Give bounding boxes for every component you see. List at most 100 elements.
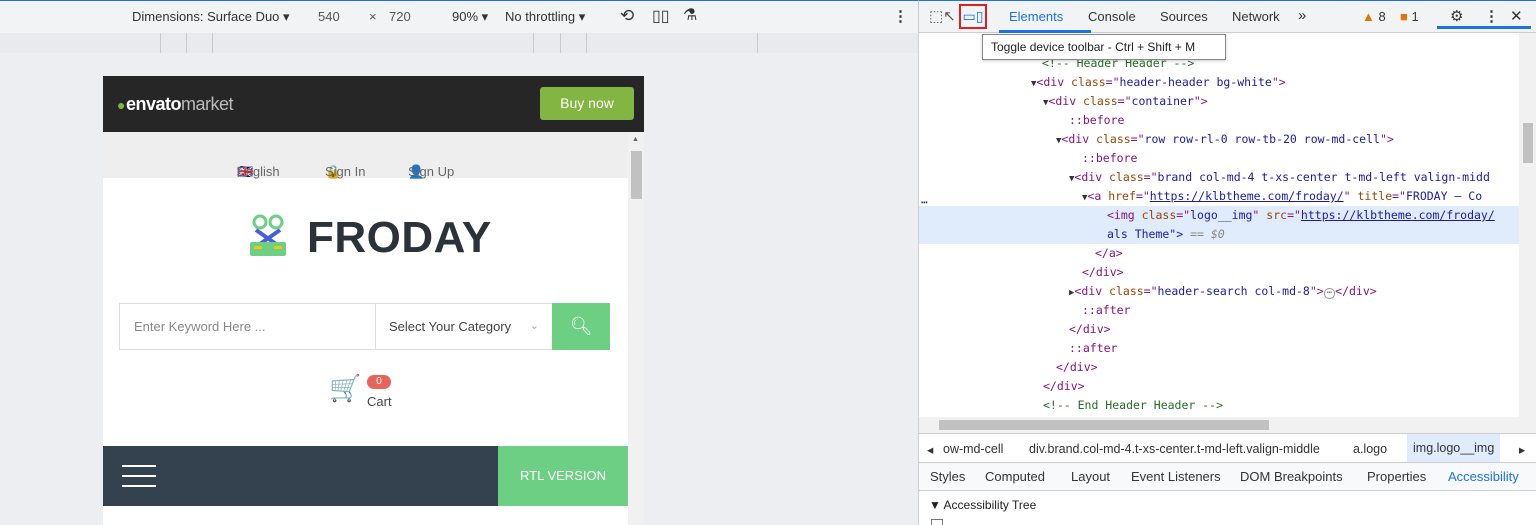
more-tabs-icon[interactable]: » bbox=[1298, 7, 1306, 24]
scrollbar-thumb[interactable] bbox=[631, 151, 642, 199]
dom-comment-line[interactable]: <!-- End Header Header --> bbox=[919, 396, 1519, 415]
tab-sources[interactable]: Sources bbox=[1160, 9, 1208, 24]
tab-elements[interactable]: Elements bbox=[1009, 9, 1063, 24]
dom-node-line[interactable]: ▼<a href="https://klbtheme.com/froday/" … bbox=[919, 187, 1519, 206]
dom-close-line[interactable]: </div> bbox=[919, 358, 1519, 377]
chevron-down-icon: ⌄ bbox=[529, 320, 539, 332]
dom-vertical-scrollbar[interactable] bbox=[1519, 33, 1536, 417]
dom-node-line[interactable]: ▼<div class="container"> bbox=[919, 92, 1519, 111]
tab-accessibility[interactable]: Accessibility bbox=[1448, 469, 1519, 484]
dom-node-line[interactable]: ▶<div class="header-search col-md-8"> ⋯ </… bbox=[919, 282, 1519, 301]
accessibility-tree-checkbox[interactable] bbox=[931, 519, 943, 525]
issues-counter[interactable]: ■ 1 bbox=[1400, 9, 1419, 24]
tab-network[interactable]: Network bbox=[1232, 9, 1280, 24]
hamburger-menu-icon[interactable] bbox=[122, 465, 156, 487]
search-input[interactable]: Enter Keyword Here ... bbox=[134, 319, 266, 334]
sidebar-tabs: Styles Computed Layout Event Listeners D… bbox=[919, 463, 1536, 491]
breadcrumb-item-active[interactable]: img.logo__img bbox=[1407, 434, 1501, 462]
warning-icon: ▲ bbox=[1362, 9, 1375, 24]
logo-text: FRODAY bbox=[307, 213, 492, 262]
cart-count-badge: 0 bbox=[367, 375, 391, 389]
breadcrumb: ◂ ow-md-cell div.brand.col-md-4.t-xs-cen… bbox=[919, 433, 1536, 463]
scroll-up-arrow-icon[interactable]: ▲ bbox=[632, 136, 639, 143]
rotate-icon[interactable]: ⟲ bbox=[620, 6, 634, 26]
accessibility-tree-section: ▼ Accessibility Tree bbox=[919, 491, 1536, 525]
froday-site: 🇬🇧 English 🔒 Sign In 👤 Sign Up FRODAY En… bbox=[103, 132, 628, 525]
device-viewport: ●envatomarket Buy now 🇬🇧 English 🔒 Sign … bbox=[103, 76, 644, 525]
devtools-panel: ⬚↖ ▭▯ Elements Console Sources Network »… bbox=[918, 0, 1536, 525]
breadcrumb-left-arrow-icon[interactable]: ◂ bbox=[927, 442, 933, 457]
main-navbar: RTL VERSION bbox=[103, 446, 628, 506]
dimensions-dropdown[interactable]: Dimensions: Surface Duo ▾ bbox=[132, 9, 290, 25]
tab-event-listeners[interactable]: Event Listeners bbox=[1131, 469, 1221, 484]
breadcrumb-right-arrow-icon[interactable]: ▸ bbox=[1519, 442, 1525, 457]
tab-styles[interactable]: Styles bbox=[930, 469, 965, 484]
breadcrumb-item[interactable]: a.logo bbox=[1353, 442, 1387, 456]
media-query-ruler[interactable] bbox=[0, 33, 918, 53]
rtl-version-button[interactable]: RTL VERSION bbox=[498, 446, 628, 506]
dom-close-line[interactable]: </div> bbox=[919, 377, 1519, 396]
dom-close-line[interactable]: </a> bbox=[919, 244, 1519, 263]
search-button[interactable]: 🔍︎ bbox=[552, 303, 610, 350]
active-subtab-indicator bbox=[1437, 26, 1531, 29]
throttle-dropdown[interactable]: No throttling ▾ bbox=[505, 9, 585, 25]
category-select[interactable]: Select Your Category ⌄ bbox=[375, 304, 553, 349]
close-icon[interactable]: ✕ bbox=[1510, 7, 1523, 25]
dom-pseudo-line[interactable]: ::after bbox=[919, 301, 1519, 320]
dom-node-line[interactable]: ▼<div class="header-header bg-white"> bbox=[919, 73, 1519, 92]
dom-close-line[interactable]: </div> bbox=[919, 263, 1519, 282]
dom-node-line[interactable]: ▼<div class="brand col-md-4 t-xs-center … bbox=[919, 168, 1519, 187]
zoom-dropdown[interactable]: 90% ▾ bbox=[452, 9, 488, 25]
dom-pseudo-line[interactable]: ::before bbox=[919, 149, 1519, 168]
dom-horizontal-scrollbar[interactable] bbox=[919, 417, 1536, 433]
scrollbar-thumb[interactable] bbox=[1523, 123, 1533, 163]
envato-market-logo[interactable]: ●envatomarket bbox=[117, 94, 234, 115]
scrollbar-thumb[interactable] bbox=[939, 420, 1269, 430]
settings-gear-icon[interactable]: ⚙ bbox=[1450, 7, 1463, 25]
customize-menu-icon[interactable]: ⋮ bbox=[1484, 7, 1499, 25]
search-form: Enter Keyword Here ... Select Your Categ… bbox=[119, 303, 610, 350]
dom-selected-line[interactable]: <img class="logo__img" src="https://klbt… bbox=[919, 206, 1519, 225]
dimension-separator: × bbox=[369, 9, 377, 24]
inspect-element-icon[interactable]: ⬚↖ bbox=[929, 7, 956, 25]
tab-layout[interactable]: Layout bbox=[1071, 469, 1110, 484]
warnings-counter[interactable]: ▲ 8 bbox=[1362, 9, 1386, 24]
envato-preview-bar: ●envatomarket Buy now bbox=[103, 76, 644, 132]
experimental-flask-icon[interactable]: ⚗ bbox=[683, 5, 697, 25]
breadcrumb-item[interactable]: ow-md-cell bbox=[943, 442, 1003, 456]
accessibility-tree-header[interactable]: ▼ Accessibility Tree bbox=[929, 498, 1036, 512]
tab-computed[interactable]: Computed bbox=[985, 469, 1045, 484]
dom-pseudo-line[interactable]: ::before bbox=[919, 111, 1519, 130]
leaf-icon: ● bbox=[117, 97, 125, 113]
dom-close-line[interactable]: </div> bbox=[919, 320, 1519, 339]
breadcrumb-item[interactable]: div.brand.col-md-4.t-xs-center.t-md-left… bbox=[1029, 442, 1320, 456]
more-options-icon[interactable]: ⋮ bbox=[893, 7, 908, 25]
device-toolbar: Dimensions: Surface Duo ▾ 540 × 720 90% … bbox=[0, 1, 918, 33]
dom-pseudo-line[interactable]: ::after bbox=[919, 339, 1519, 358]
site-vertical-scrollbar[interactable]: ▲ bbox=[628, 132, 644, 525]
dom-selected-line-cont[interactable]: als Theme"> == $0 bbox=[919, 225, 1519, 244]
tab-console[interactable]: Console bbox=[1088, 9, 1136, 24]
cart-label: Cart bbox=[367, 394, 392, 409]
tooltip: Toggle device toolbar - Ctrl + Shift + M bbox=[982, 34, 1226, 60]
width-input[interactable]: 540 bbox=[318, 9, 340, 24]
device-emulation-pane: Dimensions: Surface Duo ▾ 540 × 720 90% … bbox=[0, 0, 918, 525]
dom-row-menu-icon[interactable]: ⋯ bbox=[919, 193, 935, 212]
issue-flag-icon: ■ bbox=[1400, 9, 1408, 24]
dom-tree: <!-- Header Header --> ▼<div class="head… bbox=[919, 33, 1519, 417]
tab-dom-breakpoints[interactable]: DOM Breakpoints bbox=[1240, 469, 1343, 484]
collapsed-ellipsis-icon[interactable]: ⋯ bbox=[1323, 288, 1336, 299]
cart-icon: 🛒 bbox=[329, 373, 362, 403]
cart-link[interactable]: 🛒 0 Cart bbox=[329, 373, 409, 413]
site-frame: 🇬🇧 English 🔒 Sign In 👤 Sign Up FRODAY En… bbox=[103, 132, 644, 525]
site-logo[interactable]: FRODAY bbox=[103, 178, 628, 286]
toggle-device-toolbar-icon[interactable]: ▭▯ bbox=[959, 4, 987, 29]
category-select-label: Select Your Category bbox=[389, 319, 512, 334]
buy-now-button[interactable]: Buy now bbox=[540, 87, 634, 120]
dual-screen-icon[interactable]: ▯▯ bbox=[652, 6, 670, 26]
height-input[interactable]: 720 bbox=[389, 9, 411, 24]
tab-properties[interactable]: Properties bbox=[1367, 469, 1426, 484]
froday-logo-icon bbox=[250, 214, 286, 256]
search-icon: 🔍︎ bbox=[569, 316, 593, 336]
dom-node-line[interactable]: ▼<div class="row row-rl-0 row-tb-20 row-… bbox=[919, 130, 1519, 149]
